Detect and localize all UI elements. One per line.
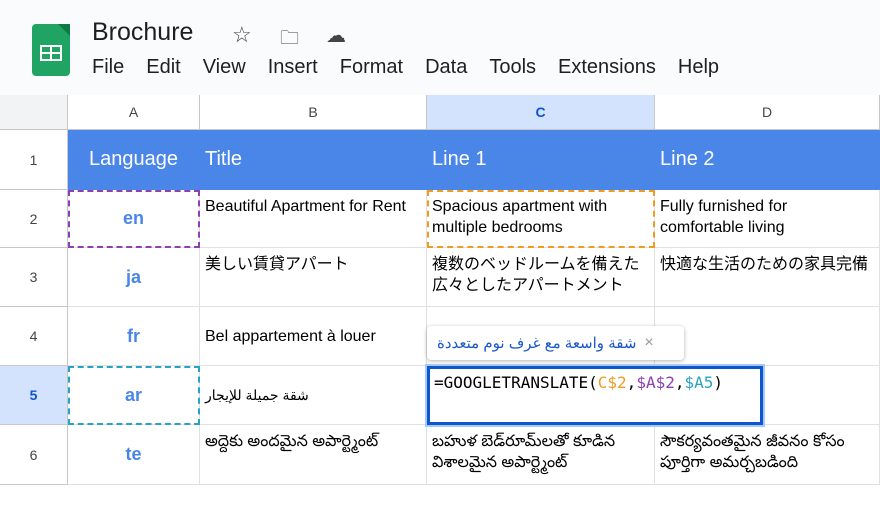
header-cell[interactable]: Language xyxy=(68,130,200,190)
table-cell[interactable]: 快適な生活のための家具完備 xyxy=(655,248,880,307)
formula-arg2: $A$2 xyxy=(636,373,675,392)
row-header-2[interactable]: 2 xyxy=(0,190,68,248)
table-cell[interactable]: شقة جميلة للإيجار xyxy=(200,366,427,425)
column-header-a[interactable]: A xyxy=(68,95,200,130)
row-header-4[interactable]: 4 xyxy=(0,307,68,366)
column-header-b[interactable]: B xyxy=(200,95,427,130)
spreadsheet-grid[interactable]: A B C D 1 2 3 4 5 6 Language Title Line 1 Line 2 en Bea… xyxy=(0,95,880,523)
menu-tools[interactable]: Tools xyxy=(489,56,536,79)
header-cell[interactable]: Line 2 xyxy=(655,130,880,190)
row-header-1[interactable]: 1 xyxy=(0,130,68,190)
translation-tooltip: شقة واسعة مع غرف نوم متعددة × xyxy=(427,326,684,360)
formula-arg1: C$2 xyxy=(597,373,627,392)
table-cell[interactable]: సౌకర్యవంతమైన జీవనం కోసం పూర్తిగా అమర్చబడ… xyxy=(655,425,880,485)
table-cell[interactable] xyxy=(655,307,880,366)
table-cell[interactable]: బహుళ బెడ్‌రూమ్‌లతో కూడిన విశాలమైన అపార్ట… xyxy=(427,425,655,485)
menu-insert[interactable]: Insert xyxy=(268,56,318,79)
cloud-saved-icon[interactable]: ☁ xyxy=(326,23,346,48)
menu-format[interactable]: Format xyxy=(340,56,403,79)
table-cell[interactable]: Spacious apartment with multiple bedroom… xyxy=(427,190,655,248)
formula-function: =GOOGLETRANSLATE( xyxy=(434,373,598,392)
table-cell[interactable]: 美しい賃貸アパート xyxy=(200,248,427,307)
table-cell[interactable]: en xyxy=(68,190,200,248)
menu-help[interactable]: Help xyxy=(678,56,719,79)
column-header-d[interactable]: D xyxy=(655,95,880,130)
select-all-corner[interactable] xyxy=(0,95,68,130)
doc-title[interactable]: Brochure xyxy=(92,18,193,47)
menu-edit[interactable]: Edit xyxy=(146,56,180,79)
table-cell[interactable]: Beautiful Apartment for Rent xyxy=(200,190,427,248)
formula-sep: , xyxy=(626,373,637,392)
formula-arg3: $A5 xyxy=(684,373,714,392)
header-cell[interactable]: Title xyxy=(200,130,427,190)
menu-file[interactable]: File xyxy=(92,56,124,79)
formula-cell-editor[interactable]: =GOOGLETRANSLATE(C$2,$A$2,$A5) xyxy=(425,364,765,427)
menu-data[interactable]: Data xyxy=(425,56,467,79)
table-cell[interactable]: fr xyxy=(68,307,200,366)
header-cell[interactable]: Line 1 xyxy=(427,130,655,190)
row-header-6[interactable]: 6 xyxy=(0,425,68,485)
formula-close: ) xyxy=(713,373,724,392)
row-header-5[interactable]: 5 xyxy=(0,366,68,425)
tooltip-text: شقة واسعة مع غرف نوم متعددة xyxy=(437,335,637,352)
table-cell[interactable]: ar xyxy=(68,366,200,425)
sheets-logo[interactable] xyxy=(32,24,70,76)
column-header-c[interactable]: C xyxy=(427,95,655,130)
menu-view[interactable]: View xyxy=(203,56,246,79)
menu-bar: File Edit View Insert Format Data Tools … xyxy=(92,56,741,79)
table-cell[interactable]: ja xyxy=(68,248,200,307)
move-folder-icon[interactable]: 🗀 xyxy=(280,24,299,56)
menu-extensions[interactable]: Extensions xyxy=(558,56,656,79)
close-icon[interactable]: × xyxy=(644,334,653,352)
table-cell[interactable]: 複数のベッドルームを備えた広々としたアパートメント xyxy=(427,248,655,307)
star-icon[interactable]: ☆ xyxy=(232,22,252,48)
table-cell[interactable]: te xyxy=(68,425,200,485)
table-cell[interactable]: Bel appartement à louer xyxy=(200,307,427,366)
table-cell[interactable]: అద్దెకు అందమైన అపార్ట్మెంట్ xyxy=(200,425,427,485)
row-header-3[interactable]: 3 xyxy=(0,248,68,307)
table-cell[interactable]: Fully furnished for comfortable living xyxy=(655,190,880,248)
